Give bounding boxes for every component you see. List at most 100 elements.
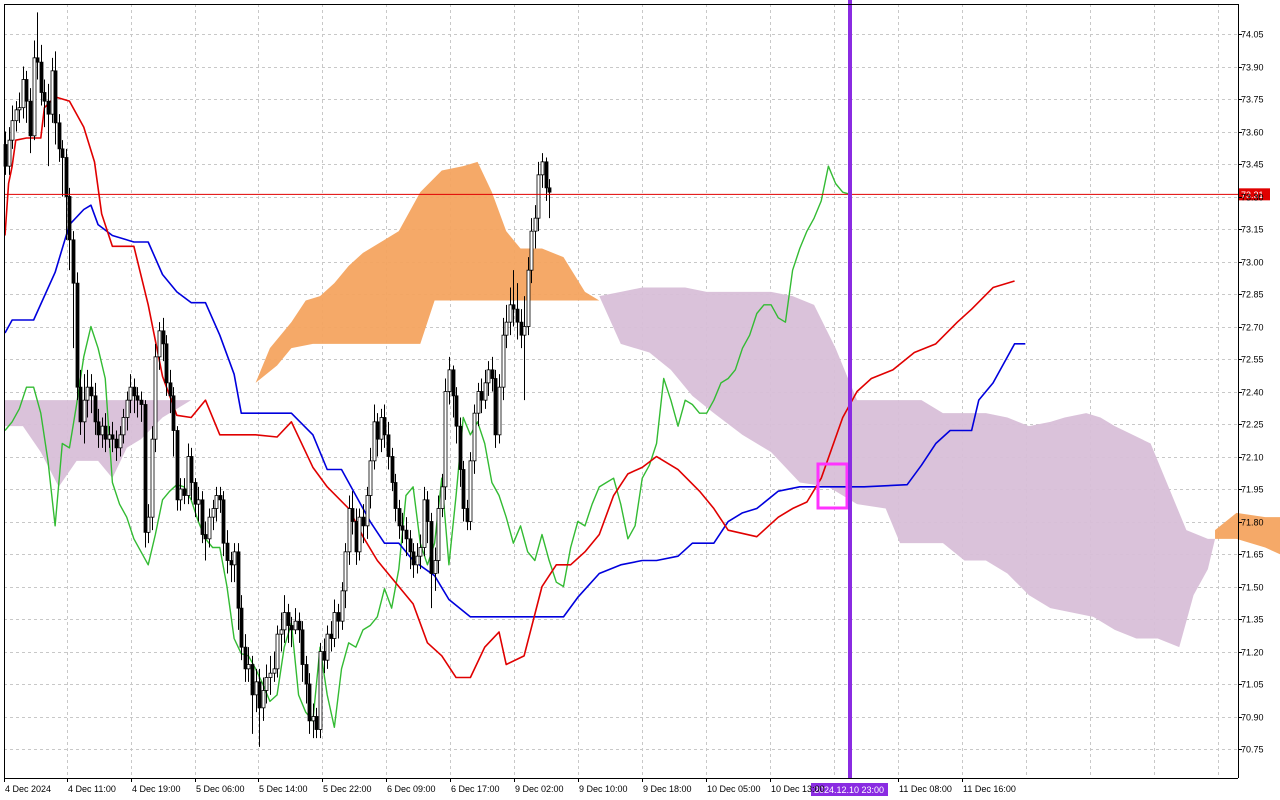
candle-body-bull xyxy=(32,57,37,137)
candle-body-bear xyxy=(300,629,305,665)
candle-body-bull xyxy=(311,716,316,722)
candle-body-bear xyxy=(386,434,391,457)
candle-body-bear xyxy=(203,534,208,540)
candle-body-bull xyxy=(293,620,298,631)
x-tick-label: 9 Dec 10:00 xyxy=(579,784,628,794)
candle-body-bear xyxy=(404,529,409,540)
candle-body-bull xyxy=(17,107,22,111)
candle-body-bear xyxy=(393,482,398,509)
candle-body-bull xyxy=(422,499,427,548)
candle-body-bull xyxy=(261,690,266,709)
y-tick-label: 71.80 xyxy=(1241,518,1264,528)
x-tick-label: 11 Dec 16:00 xyxy=(963,784,1016,794)
candle-body-bear xyxy=(132,386,137,397)
candle-body-bear xyxy=(400,525,405,531)
candle-body-bear xyxy=(218,495,223,501)
y-tick-label: 72.25 xyxy=(1241,420,1264,430)
candle-body-bull xyxy=(529,230,534,271)
candle-body-bear xyxy=(42,92,47,102)
y-tick-label: 71.35 xyxy=(1241,615,1264,625)
candle-body-bull xyxy=(254,681,259,696)
candle-body-bull xyxy=(440,486,445,509)
x-tick-label: 10 Dec 05:00 xyxy=(707,784,761,794)
candle-body-bull xyxy=(146,516,151,533)
y-tick-label: 70.75 xyxy=(1241,745,1264,755)
candle-body-bear xyxy=(304,664,309,685)
candle-body-bear xyxy=(236,551,241,609)
candle-body-bull xyxy=(533,217,538,232)
y-tick-label: 73.00 xyxy=(1241,258,1264,268)
candle-body-bear xyxy=(493,378,498,436)
candle-body-bull xyxy=(125,399,130,418)
candle-body-bull xyxy=(268,672,273,678)
candle-body-bear xyxy=(200,499,205,535)
candle-body-bull xyxy=(107,434,112,440)
candle-body-bull xyxy=(196,499,201,505)
y-tick-label: 72.40 xyxy=(1241,388,1264,398)
candle-body-bull xyxy=(279,629,284,635)
candle-body-bear xyxy=(53,70,58,124)
candle-body-bear xyxy=(57,122,62,150)
candle-body-bear xyxy=(511,304,516,310)
candle-body-bull xyxy=(246,664,251,670)
ichimoku-chart[interactable]: 73.312024.12.10 23:00 74.0573.9073.7573.… xyxy=(0,0,1280,800)
candle-body-bull xyxy=(436,508,441,561)
candle-body-bear xyxy=(307,683,312,722)
candle-body-bear xyxy=(390,456,395,483)
candle-body-bull xyxy=(347,508,352,553)
candle-body-bull xyxy=(332,612,337,639)
candle-body-bull xyxy=(10,120,15,141)
candle-body-bull xyxy=(536,174,541,219)
candle-body-bull xyxy=(443,391,448,488)
x-tick-label: 5 Dec 06:00 xyxy=(196,784,245,794)
candle-body-bear xyxy=(425,499,430,522)
y-tick-label: 73.90 xyxy=(1241,63,1264,73)
candle-body-bear xyxy=(382,417,387,436)
y-tick-label: 73.45 xyxy=(1241,160,1264,170)
candle-body-bull xyxy=(128,386,133,401)
x-tick-label: 6 Dec 17:00 xyxy=(451,784,500,794)
candle-body-bear xyxy=(479,391,484,401)
candle-body-bull xyxy=(447,369,452,392)
candle-body-bear xyxy=(189,456,194,483)
candle-body-bull xyxy=(325,633,330,661)
x-tick-label: 4 Dec 19:00 xyxy=(132,784,181,794)
candle-body-bear xyxy=(64,157,69,197)
candle-body-bear xyxy=(168,382,173,397)
candle-body-bear xyxy=(314,716,319,730)
candle-body-bear xyxy=(250,664,255,696)
candle-body-bear xyxy=(336,612,341,622)
candle-body-bear xyxy=(397,508,402,527)
candle-body-bear xyxy=(454,395,459,427)
candle-body-bear xyxy=(71,239,76,284)
candle-body-bull xyxy=(468,460,473,522)
candle-body-bull xyxy=(418,547,423,557)
candle xyxy=(443,378,448,500)
candle-body-bull xyxy=(186,456,191,496)
y-tick-label: 71.95 xyxy=(1241,485,1264,495)
candle-body-bull xyxy=(150,438,155,518)
candle-body-bull xyxy=(343,551,348,592)
candle-body-bull xyxy=(272,668,277,674)
candle-body-bull xyxy=(7,139,12,167)
candle-body-bear xyxy=(78,386,83,423)
candle-body-bear xyxy=(411,551,416,566)
candle-body-bull xyxy=(214,495,219,509)
candle-body-bull xyxy=(486,369,491,384)
candle xyxy=(318,642,323,739)
candle-body-bull xyxy=(232,551,237,566)
candle-body-bear xyxy=(39,61,44,93)
y-tick-label: 71.50 xyxy=(1241,583,1264,593)
y-tick-label: 72.10 xyxy=(1241,453,1264,463)
candle-body-bear xyxy=(60,148,65,158)
x-tick-label: 6 Dec 09:00 xyxy=(387,784,436,794)
candle-body-bear xyxy=(161,330,166,345)
candle-body-bull xyxy=(526,269,531,327)
candle-body-bear xyxy=(164,343,169,384)
candle xyxy=(150,426,155,531)
x-tick-label: 4 Dec 11:00 xyxy=(68,784,116,794)
y-tick-label: 73.75 xyxy=(1241,95,1264,105)
candle-body-bear xyxy=(225,542,230,561)
candle-body-bear xyxy=(171,395,176,431)
y-tick-label: 72.70 xyxy=(1241,323,1264,333)
